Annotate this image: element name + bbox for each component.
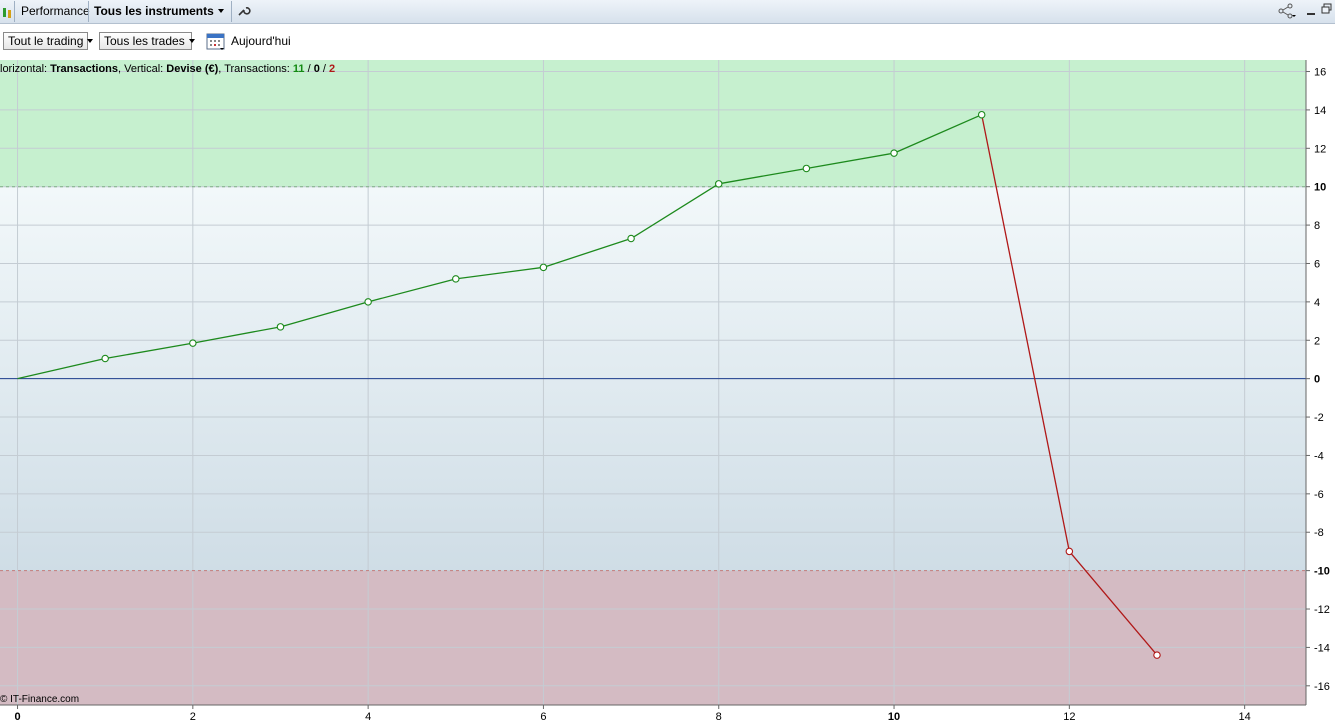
x-tick-label: 6 bbox=[540, 711, 546, 720]
trades-select-label: Tous les trades bbox=[104, 34, 185, 48]
x-tick-label: 0 bbox=[14, 711, 20, 720]
legend-losses: 2 bbox=[329, 63, 335, 75]
legend-vertical: Devise (€) bbox=[166, 63, 218, 75]
y-tick-label: 0 bbox=[1314, 374, 1320, 386]
minimize-icon[interactable] bbox=[1306, 0, 1316, 23]
y-tick-label: 14 bbox=[1314, 105, 1326, 117]
y-tick-label: -10 bbox=[1314, 566, 1330, 578]
data-point[interactable] bbox=[977, 110, 986, 119]
data-point[interactable] bbox=[890, 149, 898, 157]
y-tick-label: 12 bbox=[1314, 143, 1326, 155]
calendar-icon bbox=[206, 33, 225, 50]
data-point[interactable] bbox=[276, 323, 285, 331]
y-tick-label: 8 bbox=[1314, 220, 1320, 232]
y-tick-label: -8 bbox=[1314, 527, 1324, 539]
today-button[interactable]: Aujourd'hui bbox=[206, 31, 291, 51]
y-tick-label: -16 bbox=[1314, 681, 1330, 693]
y-tick-label: 4 bbox=[1314, 297, 1320, 309]
data-point[interactable] bbox=[714, 180, 723, 188]
x-tick-label: 8 bbox=[716, 711, 722, 720]
x-tick-label: 10 bbox=[888, 711, 900, 720]
today-label: Aujourd'hui bbox=[231, 34, 291, 48]
y-tick-label: -2 bbox=[1314, 412, 1324, 424]
legend-wins: 11 bbox=[293, 63, 305, 75]
legend-transactions-label: , Transactions: bbox=[218, 63, 293, 75]
y-tick-label: -12 bbox=[1314, 604, 1330, 616]
share-icon[interactable] bbox=[1278, 0, 1296, 23]
data-point[interactable] bbox=[802, 164, 811, 173]
legend-mid: , Vertical: bbox=[118, 63, 166, 75]
y-tick-label: 10 bbox=[1314, 182, 1326, 194]
chart-legend: lorizontal: Transactions, Vertical: Devi… bbox=[0, 63, 335, 75]
instrument-select[interactable]: Tous les instruments bbox=[94, 0, 224, 23]
legend-horizontal: Transactions bbox=[50, 63, 118, 75]
y-tick-label: 6 bbox=[1314, 258, 1320, 270]
x-tick-label: 2 bbox=[190, 711, 196, 720]
data-point[interactable] bbox=[539, 263, 548, 272]
restore-icon[interactable] bbox=[1321, 0, 1333, 23]
trades-select[interactable]: Tous les trades bbox=[99, 32, 195, 50]
x-tick-label: 14 bbox=[1239, 711, 1251, 720]
y-tick-label: -4 bbox=[1314, 450, 1324, 462]
x-tick-label: 4 bbox=[365, 711, 371, 720]
data-point[interactable] bbox=[101, 354, 109, 363]
legend-prefix: lorizontal: bbox=[0, 63, 50, 75]
data-point[interactable] bbox=[627, 234, 635, 243]
data-point[interactable] bbox=[1065, 547, 1074, 556]
legend-slash: / bbox=[320, 63, 329, 75]
loss-zone bbox=[0, 570, 1306, 705]
tab-performance[interactable]: Performance bbox=[21, 0, 90, 23]
y-tick-label: -6 bbox=[1314, 489, 1324, 501]
y-tick-label: 2 bbox=[1314, 335, 1320, 347]
chart-app-icon bbox=[2, 5, 12, 18]
period-select[interactable]: Tout le trading bbox=[3, 32, 94, 50]
data-point[interactable] bbox=[364, 298, 372, 306]
instrument-select-label: Tous les instruments bbox=[94, 4, 214, 18]
data-point[interactable] bbox=[452, 275, 460, 283]
x-tick-label: 12 bbox=[1063, 711, 1075, 720]
performance-chart[interactable]: 16 14 12 10 8 6 4 2 0 -2 -4 -6 -8 -10 -12 -14 -16 0 2 4 6 8 10… bbox=[0, 60, 1335, 720]
watermark: © IT-Finance.com bbox=[0, 694, 79, 705]
chevron-down-icon bbox=[188, 39, 195, 43]
y-tick-label: 16 bbox=[1314, 67, 1326, 79]
title-bar: Performance Tous les instruments bbox=[0, 0, 1335, 24]
period-select-label: Tout le trading bbox=[8, 34, 84, 48]
legend-slash: / bbox=[305, 63, 314, 75]
data-point[interactable] bbox=[1153, 651, 1161, 659]
profit-zone bbox=[0, 60, 1306, 187]
wrench-icon[interactable] bbox=[237, 0, 251, 23]
y-tick-label: -14 bbox=[1314, 642, 1330, 654]
toolbar: Tout le trading Tous les trades Aujourd'… bbox=[0, 24, 1335, 60]
chevron-down-icon bbox=[87, 39, 94, 43]
y-axis-panel bbox=[1306, 60, 1335, 720]
chevron-down-icon bbox=[217, 9, 224, 13]
data-point[interactable] bbox=[189, 339, 197, 347]
